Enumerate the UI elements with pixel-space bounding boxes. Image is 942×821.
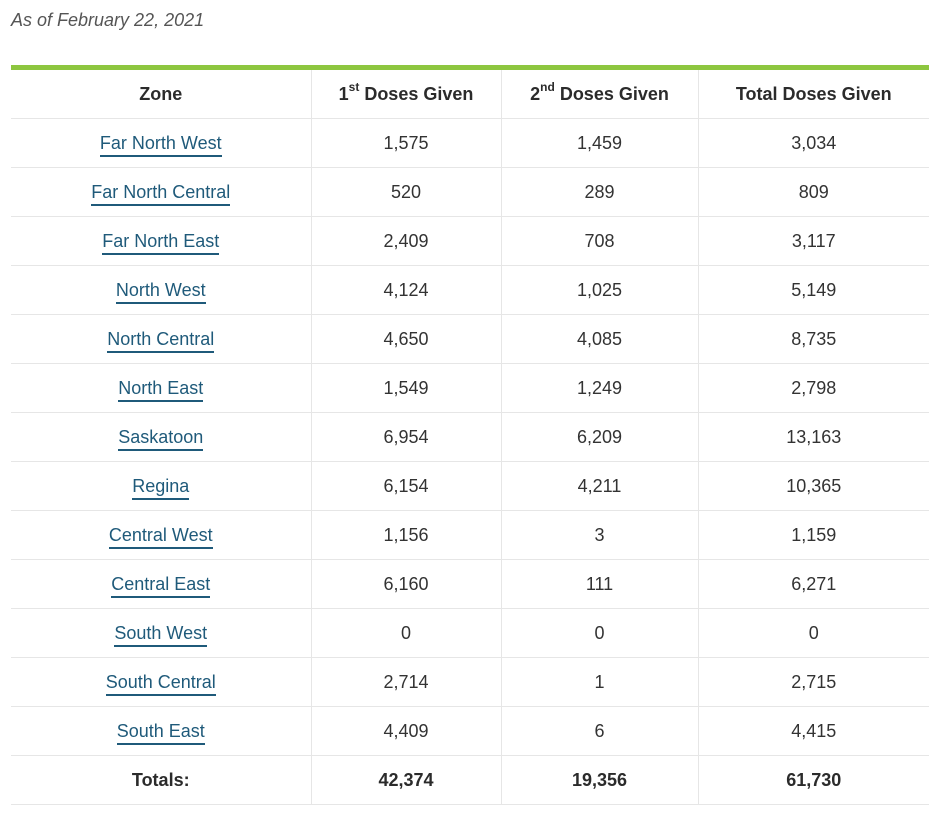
first-doses-cell: 520 (310, 167, 501, 217)
total-doses-cell: 5,149 (697, 265, 929, 315)
second-doses-cell: 111 (500, 559, 698, 609)
zone-link-far-north-east[interactable]: Far North East (102, 230, 220, 255)
zone-link-north-west[interactable]: North West (115, 279, 206, 304)
total-doses-cell: 3,034 (697, 118, 929, 168)
table-row: Central East 6,160 111 6,271 (11, 559, 929, 609)
totals-second-doses: 19,356 (500, 755, 698, 805)
total-doses-cell: 3,117 (697, 216, 929, 266)
second-doses-cell: 4,085 (500, 314, 698, 364)
zone-cell: Central East (11, 559, 311, 609)
first-doses-cell: 6,160 (310, 559, 501, 609)
first-doses-cell: 1,549 (310, 363, 501, 413)
zone-link-far-north-west[interactable]: Far North West (99, 132, 222, 157)
second-doses-cell: 1,249 (500, 363, 698, 413)
totals-first-doses: 42,374 (310, 755, 501, 805)
second-doses-cell: 6,209 (500, 412, 698, 462)
zone-link-central-west[interactable]: Central West (108, 524, 213, 549)
total-doses-cell: 2,798 (697, 363, 929, 413)
table-row: South West 0 0 0 (11, 608, 929, 658)
totals-label: Totals: (11, 755, 311, 805)
table-row: North West 4,124 1,025 5,149 (11, 265, 929, 315)
second-doses-cell: 1,025 (500, 265, 698, 315)
total-doses-cell: 13,163 (697, 412, 929, 462)
table-row: North East 1,549 1,249 2,798 (11, 363, 929, 413)
vaccine-doses-table-container: Zone 1st Doses Given 2nd Doses Given Tot… (11, 65, 929, 805)
table-row: Regina 6,154 4,211 10,365 (11, 461, 929, 511)
total-doses-cell: 4,415 (697, 706, 929, 756)
second-doses-cell: 4,211 (500, 461, 698, 511)
zone-cell: Far North West (11, 118, 311, 168)
zone-cell: South Central (11, 657, 311, 707)
zone-link-north-east[interactable]: North East (118, 377, 204, 402)
total-doses-cell: 809 (697, 167, 929, 217)
header-total-doses: Total Doses Given (697, 70, 929, 119)
first-doses-cell: 4,124 (310, 265, 501, 315)
second-doses-cell: 289 (500, 167, 698, 217)
zone-cell: Far North Central (11, 167, 311, 217)
first-doses-cell: 4,650 (310, 314, 501, 364)
header-second-sup: nd (540, 79, 555, 94)
zone-cell: North West (11, 265, 311, 315)
header-first-rest: Doses Given (359, 83, 474, 104)
totals-total-doses: 61,730 (697, 755, 929, 805)
zone-link-south-central[interactable]: South Central (105, 671, 216, 696)
table-row: South East 4,409 6 4,415 (11, 706, 929, 756)
first-doses-cell: 0 (310, 608, 501, 658)
zone-link-saskatoon[interactable]: Saskatoon (118, 426, 204, 451)
header-first-num: 1 (338, 83, 349, 104)
first-doses-cell: 2,714 (310, 657, 501, 707)
second-doses-cell: 1,459 (500, 118, 698, 168)
first-doses-cell: 4,409 (310, 706, 501, 756)
table-row: Saskatoon 6,954 6,209 13,163 (11, 412, 929, 462)
zone-link-central-east[interactable]: Central East (111, 573, 211, 598)
second-doses-cell: 3 (500, 510, 698, 560)
vaccine-doses-table: Zone 1st Doses Given 2nd Doses Given Tot… (11, 70, 929, 805)
zone-link-far-north-central[interactable]: Far North Central (91, 181, 231, 206)
as-of-date: As of February 22, 2021 (11, 10, 205, 30)
zone-cell: Saskatoon (11, 412, 311, 462)
header-zone: Zone (11, 70, 311, 119)
header-second-doses: 2nd Doses Given (500, 70, 698, 119)
total-doses-cell: 0 (697, 608, 929, 658)
first-doses-cell: 6,154 (310, 461, 501, 511)
zone-cell: South West (11, 608, 311, 658)
table-row: Far North West 1,575 1,459 3,034 (11, 118, 929, 168)
header-second-num: 2 (530, 83, 541, 104)
zone-link-south-west[interactable]: South West (114, 622, 208, 647)
zone-cell: Regina (11, 461, 311, 511)
zone-cell: Central West (11, 510, 311, 560)
second-doses-cell: 1 (500, 657, 698, 707)
table-row: Far North East 2,409 708 3,117 (11, 216, 929, 266)
second-doses-cell: 708 (500, 216, 698, 266)
total-doses-cell: 6,271 (697, 559, 929, 609)
header-first-doses: 1st Doses Given (310, 70, 501, 119)
zone-cell: North Central (11, 314, 311, 364)
total-doses-cell: 2,715 (697, 657, 929, 707)
first-doses-cell: 6,954 (310, 412, 501, 462)
second-doses-cell: 6 (500, 706, 698, 756)
zone-link-regina[interactable]: Regina (132, 475, 190, 500)
table-row: South Central 2,714 1 2,715 (11, 657, 929, 707)
header-first-sup: st (348, 79, 360, 94)
totals-row: Totals: 42,374 19,356 61,730 (11, 755, 929, 805)
table-row: Far North Central 520 289 809 (11, 167, 929, 217)
total-doses-cell: 1,159 (697, 510, 929, 560)
zone-link-south-east[interactable]: South East (116, 720, 205, 745)
first-doses-cell: 1,575 (310, 118, 501, 168)
table-row: North Central 4,650 4,085 8,735 (11, 314, 929, 364)
table-row: Central West 1,156 3 1,159 (11, 510, 929, 560)
zone-link-north-central[interactable]: North Central (107, 328, 215, 353)
first-doses-cell: 2,409 (310, 216, 501, 266)
zone-cell: North East (11, 363, 311, 413)
first-doses-cell: 1,156 (310, 510, 501, 560)
second-doses-cell: 0 (500, 608, 698, 658)
table-header-row: Zone 1st Doses Given 2nd Doses Given Tot… (11, 70, 929, 119)
total-doses-cell: 10,365 (697, 461, 929, 511)
header-second-rest: Doses Given (554, 83, 669, 104)
zone-cell: South East (11, 706, 311, 756)
total-doses-cell: 8,735 (697, 314, 929, 364)
zone-cell: Far North East (11, 216, 311, 266)
